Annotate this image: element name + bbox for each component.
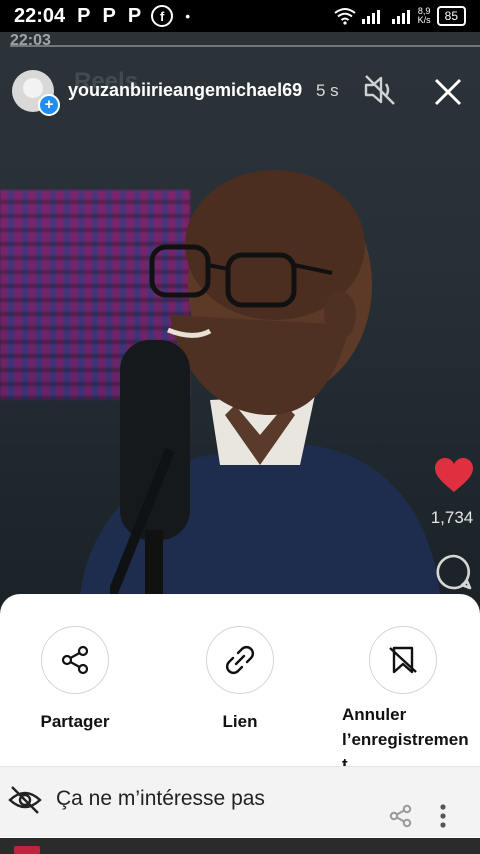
username[interactable]: youzanbiirieangemichael69 — [68, 80, 302, 101]
story-header: + youzanbiirieangemichael69 5 s — [0, 66, 480, 116]
share-button[interactable] — [41, 626, 109, 694]
status-bar: 22:04 P P P f • 8,9 K/s 85 — [0, 0, 480, 32]
share-icon — [61, 645, 89, 675]
link-button[interactable] — [206, 626, 274, 694]
options-sheet: Partager Lien Annuler l’enregistremen t — [0, 594, 480, 854]
notification-p-icon: P — [77, 4, 91, 27]
more-icon[interactable] — [436, 803, 450, 829]
signal-icon — [361, 10, 380, 24]
facebook-icon: f — [151, 5, 174, 27]
mute-icon[interactable] — [362, 72, 398, 108]
close-icon[interactable] — [428, 72, 468, 112]
unsave-button[interactable] — [369, 626, 437, 694]
background-status-ghost: 22:03 — [10, 32, 480, 48]
network-speed: 8,9 K/s — [418, 7, 431, 25]
unsave-action[interactable]: Annuler l’enregistremen t — [328, 626, 478, 777]
bottom-strip — [0, 838, 480, 854]
comment-icon[interactable] — [434, 552, 474, 592]
battery-level: 85 — [436, 6, 466, 26]
signal-icon-2 — [391, 10, 410, 24]
share-small-icon[interactable] — [388, 803, 414, 829]
video-microphone — [110, 340, 190, 600]
link-action[interactable]: Lien — [165, 626, 315, 732]
link-icon — [226, 646, 254, 674]
not-interested-label: Ça ne m’intéresse pas — [56, 787, 265, 810]
share-label: Partager — [40, 712, 110, 731]
heart-icon[interactable] — [434, 458, 474, 494]
share-action[interactable]: Partager — [0, 626, 150, 732]
add-story-icon[interactable]: + — [38, 94, 60, 116]
like-count: 1,734 — [430, 508, 474, 527]
link-label: Lien — [222, 712, 258, 731]
wifi-icon — [334, 8, 356, 25]
network-speed-unit: K/s — [417, 15, 431, 25]
more-notifications-dot: • — [185, 8, 191, 24]
unsave-icon — [389, 646, 417, 674]
post-age: 5 s — [316, 81, 339, 100]
eye-off-icon — [8, 786, 42, 814]
notification-p-icon: P — [102, 4, 116, 27]
not-interested-row[interactable]: Ça ne m’intéresse pas — [0, 767, 480, 837]
notification-p-icon: P — [127, 4, 142, 27]
status-time: 22:04 — [14, 4, 66, 27]
